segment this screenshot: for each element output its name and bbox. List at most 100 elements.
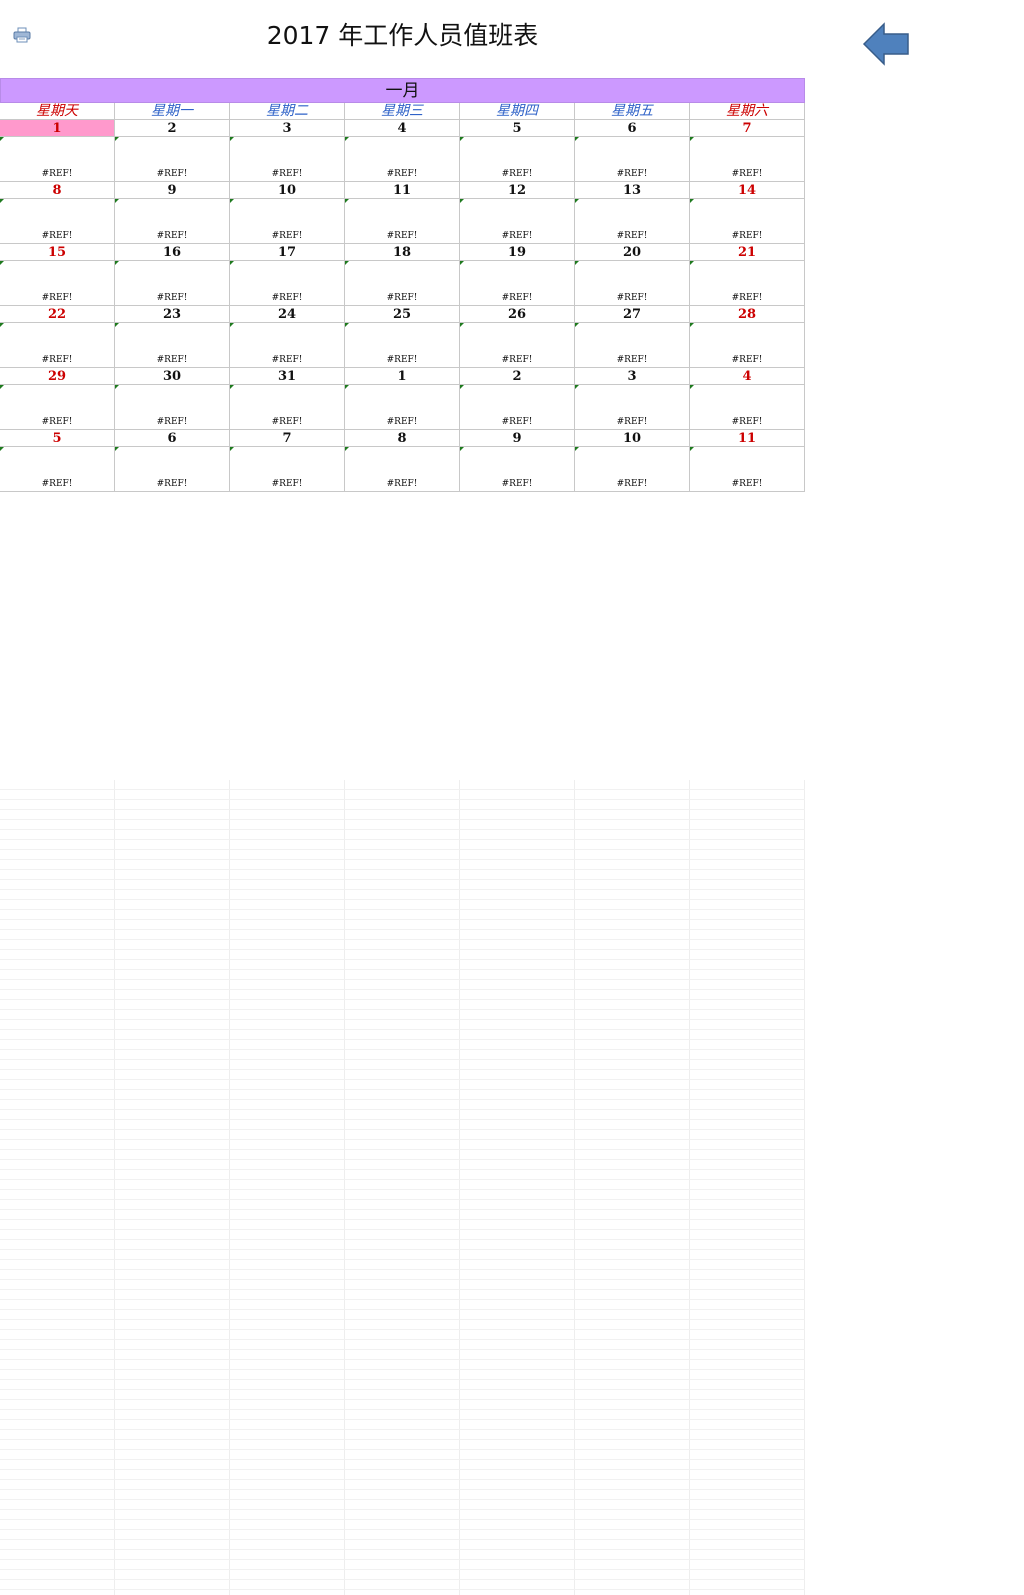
- duty-cell[interactable]: #REF!: [0, 261, 115, 306]
- duty-cell[interactable]: #REF!: [345, 447, 460, 492]
- date-cell[interactable]: 22: [0, 306, 115, 323]
- weekday-header[interactable]: 星期三: [345, 103, 460, 120]
- duty-cell[interactable]: #REF!: [460, 447, 575, 492]
- date-cell[interactable]: 11: [690, 430, 805, 447]
- date-cell[interactable]: 14: [690, 182, 805, 199]
- date-cell[interactable]: 7: [690, 120, 805, 137]
- duty-cell[interactable]: #REF!: [575, 447, 690, 492]
- duty-cell[interactable]: #REF!: [690, 137, 805, 182]
- duty-cell[interactable]: #REF!: [230, 199, 345, 244]
- duty-cell[interactable]: #REF!: [115, 137, 230, 182]
- date-cell[interactable]: 16: [115, 244, 230, 261]
- duty-cell[interactable]: #REF!: [575, 261, 690, 306]
- date-cell[interactable]: 27: [575, 306, 690, 323]
- duty-cell[interactable]: #REF!: [345, 385, 460, 430]
- date-cell[interactable]: 5: [0, 430, 115, 447]
- duty-cell[interactable]: #REF!: [345, 137, 460, 182]
- duty-row: #REF! #REF! #REF! #REF! #REF! #REF! #REF!: [0, 199, 805, 244]
- duty-cell[interactable]: #REF!: [0, 137, 115, 182]
- duty-cell[interactable]: #REF!: [460, 323, 575, 368]
- date-cell[interactable]: 21: [690, 244, 805, 261]
- date-cell[interactable]: 13: [575, 182, 690, 199]
- duty-cell[interactable]: #REF!: [115, 323, 230, 368]
- duty-cell[interactable]: #REF!: [575, 323, 690, 368]
- comment-indicator-icon: [575, 447, 579, 451]
- duty-cell[interactable]: #REF!: [345, 199, 460, 244]
- date-cell[interactable]: 6: [575, 120, 690, 137]
- date-cell[interactable]: 15: [0, 244, 115, 261]
- date-cell[interactable]: 7: [230, 430, 345, 447]
- date-cell[interactable]: 3: [575, 368, 690, 385]
- duty-cell[interactable]: #REF!: [230, 261, 345, 306]
- duty-cell[interactable]: #REF!: [690, 447, 805, 492]
- date-cell[interactable]: 1: [345, 368, 460, 385]
- weekday-header[interactable]: 星期二: [230, 103, 345, 120]
- date-cell[interactable]: 9: [460, 430, 575, 447]
- duty-cell[interactable]: #REF!: [575, 199, 690, 244]
- duty-cell[interactable]: #REF!: [460, 199, 575, 244]
- duty-cell[interactable]: #REF!: [460, 137, 575, 182]
- date-cell[interactable]: 6: [115, 430, 230, 447]
- weekday-header[interactable]: 星期五: [575, 103, 690, 120]
- date-cell[interactable]: 26: [460, 306, 575, 323]
- duty-cell[interactable]: #REF!: [0, 199, 115, 244]
- duty-cell[interactable]: #REF!: [115, 261, 230, 306]
- date-cell[interactable]: 3: [230, 120, 345, 137]
- date-cell[interactable]: 30: [115, 368, 230, 385]
- date-cell[interactable]: 31: [230, 368, 345, 385]
- weekday-header[interactable]: 星期一: [115, 103, 230, 120]
- duty-cell[interactable]: #REF!: [690, 199, 805, 244]
- duty-cell[interactable]: #REF!: [345, 323, 460, 368]
- comment-indicator-icon: [115, 137, 119, 141]
- date-cell[interactable]: 4: [345, 120, 460, 137]
- duty-cell[interactable]: #REF!: [230, 447, 345, 492]
- date-cell[interactable]: 17: [230, 244, 345, 261]
- date-cell[interactable]: 2: [115, 120, 230, 137]
- duty-cell[interactable]: #REF!: [460, 385, 575, 430]
- duty-cell[interactable]: #REF!: [115, 199, 230, 244]
- date-cell[interactable]: 2: [460, 368, 575, 385]
- comment-indicator-icon: [690, 137, 694, 141]
- duty-calendar: 一月 星期天 星期一 星期二 星期三 星期四 星期五 星期六 1 2 3 4 5 6 7 #REF! #RE…: [0, 78, 805, 492]
- date-cell[interactable]: 1: [0, 120, 115, 137]
- duty-cell[interactable]: #REF!: [575, 137, 690, 182]
- duty-cell[interactable]: #REF!: [0, 447, 115, 492]
- duty-cell[interactable]: #REF!: [345, 261, 460, 306]
- duty-cell[interactable]: #REF!: [460, 261, 575, 306]
- duty-cell[interactable]: #REF!: [690, 385, 805, 430]
- date-cell[interactable]: 19: [460, 244, 575, 261]
- duty-cell[interactable]: #REF!: [690, 323, 805, 368]
- duty-cell[interactable]: #REF!: [230, 323, 345, 368]
- date-cell[interactable]: 18: [345, 244, 460, 261]
- date-cell[interactable]: 12: [460, 182, 575, 199]
- date-row: 15 16 17 18 19 20 21: [0, 244, 805, 261]
- date-cell[interactable]: 10: [575, 430, 690, 447]
- duty-cell[interactable]: #REF!: [575, 385, 690, 430]
- duty-cell[interactable]: #REF!: [0, 385, 115, 430]
- date-cell[interactable]: 28: [690, 306, 805, 323]
- date-cell[interactable]: 20: [575, 244, 690, 261]
- duty-cell[interactable]: #REF!: [115, 385, 230, 430]
- duty-cell[interactable]: #REF!: [230, 385, 345, 430]
- date-cell[interactable]: 11: [345, 182, 460, 199]
- date-cell[interactable]: 24: [230, 306, 345, 323]
- date-cell[interactable]: 10: [230, 182, 345, 199]
- date-cell[interactable]: 23: [115, 306, 230, 323]
- date-cell[interactable]: 29: [0, 368, 115, 385]
- back-arrow-icon[interactable]: [862, 22, 910, 66]
- date-cell[interactable]: 8: [0, 182, 115, 199]
- weekday-header[interactable]: 星期四: [460, 103, 575, 120]
- weekday-header[interactable]: 星期天: [0, 103, 115, 120]
- date-cell[interactable]: 25: [345, 306, 460, 323]
- date-cell[interactable]: 5: [460, 120, 575, 137]
- comment-indicator-icon: [115, 323, 119, 327]
- duty-cell[interactable]: #REF!: [690, 261, 805, 306]
- weekday-header[interactable]: 星期六: [690, 103, 805, 120]
- duty-cell[interactable]: #REF!: [115, 447, 230, 492]
- duty-cell[interactable]: #REF!: [230, 137, 345, 182]
- comment-indicator-icon: [575, 323, 579, 327]
- date-cell[interactable]: 4: [690, 368, 805, 385]
- duty-cell[interactable]: #REF!: [0, 323, 115, 368]
- date-cell[interactable]: 8: [345, 430, 460, 447]
- date-cell[interactable]: 9: [115, 182, 230, 199]
